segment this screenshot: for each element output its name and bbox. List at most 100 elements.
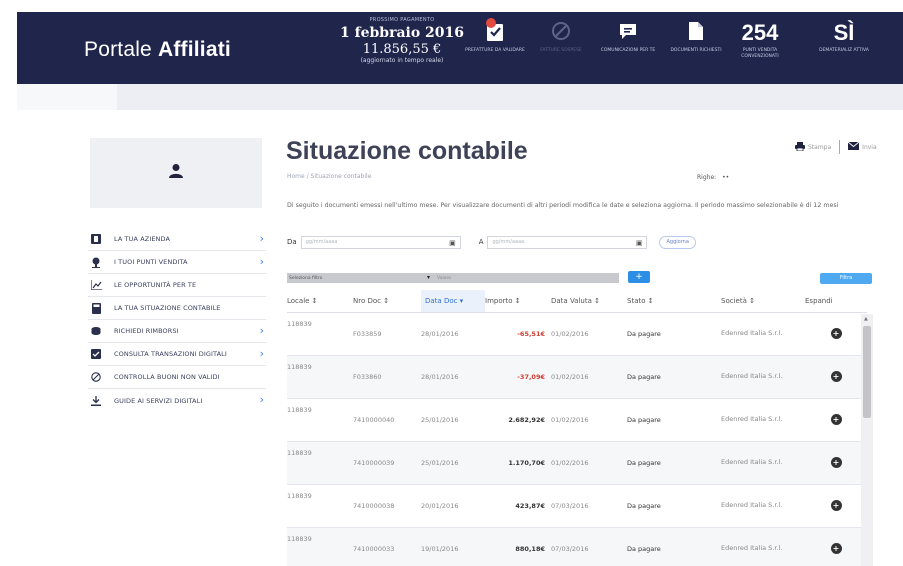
expand-row-icon[interactable]: +	[830, 543, 842, 554]
sidebar-item-label: LA TUA AZIENDA	[114, 235, 171, 243]
tools-divider	[839, 140, 841, 154]
expand-row-icon[interactable]: +	[830, 328, 842, 339]
pin-icon	[90, 256, 102, 268]
table-row[interactable]: 118839 7410000033 19/01/2016 880,18€ 07/03/2…	[287, 527, 867, 566]
email-button[interactable]: Invia	[847, 141, 877, 152]
table-scrollbar[interactable]: ▲	[861, 314, 873, 566]
from-date-input[interactable]: gg/mm/aaaa ▣	[300, 235, 461, 249]
cell-locale: 118839	[287, 484, 353, 528]
filter-select[interactable]: Seleziona filtro ▾ Valore	[287, 273, 619, 283]
expand-row-icon[interactable]: +	[830, 500, 842, 511]
column-header-societa[interactable]: Società ↕	[721, 290, 805, 313]
sidebar-item-transazioni[interactable]: CONSULTA TRANSAZIONI DIGITALI ›	[88, 343, 266, 366]
cell-nro-doc: 7410000040	[353, 398, 421, 442]
column-header-data-doc[interactable]: Data Doc ▾	[421, 290, 485, 313]
brand-light: Portale	[84, 38, 158, 61]
prefatture-caption: PREFATTURE DA VALIDARE	[465, 48, 525, 53]
table-row[interactable]: 118839 F033859 28/01/2016 -65,51€ 01/02/2016…	[287, 312, 867, 356]
comunicazioni-caption: COMUNICAZIONI PER TE	[600, 48, 656, 53]
cell-locale: 118839	[287, 398, 353, 442]
cell-espandi: +	[805, 312, 867, 356]
cell-data-doc: 28/01/2016	[421, 312, 485, 356]
rows-label: Righe:	[697, 174, 717, 181]
to-date-input[interactable]: gg/mm/aaaa ▣	[487, 235, 648, 249]
column-header-importo[interactable]: Importo ↕	[485, 290, 551, 313]
breadcrumb[interactable]: Home / Situazione contabile	[287, 173, 371, 180]
filter-select-label: Seleziona filtro	[289, 275, 323, 281]
to-date-placeholder: gg/mm/aaaa	[492, 239, 525, 245]
cell-societa: Edenred Italia S.r.l.	[721, 441, 805, 485]
cell-data-doc: 25/01/2016	[421, 441, 485, 485]
cell-data-valuta: 07/03/2016	[551, 527, 627, 566]
cell-espandi: +	[805, 527, 867, 566]
sidebar-item-azienda[interactable]: LA TUA AZIENDA ›	[88, 228, 266, 251]
table-row[interactable]: 118839 F033860 28/01/2016 -37,09€ 01/02/2016…	[287, 355, 867, 399]
expand-row-icon[interactable]: +	[830, 414, 842, 425]
sub-navigation-tab[interactable]	[17, 84, 117, 110]
refresh-button[interactable]: Aggiorna	[659, 235, 696, 249]
sidebar-item-situazione-contabile[interactable]: LA TUA SITUAZIONE CONTABILE	[88, 297, 266, 320]
fatture-sospese-button[interactable]: FATTURE SOSPESE	[530, 20, 592, 54]
dematerializ-stat[interactable]: SÌ DEMATERIALIZ ATTIVA	[813, 20, 875, 54]
print-button[interactable]: Stampa	[795, 141, 831, 153]
sidebar-item-rimborsi[interactable]: RICHIEDI RIMBORSI ›	[88, 320, 266, 343]
cell-importo: 880,18€	[485, 527, 551, 566]
table-row[interactable]: 118839 7410000040 25/01/2016 2.682,92€ 01/02…	[287, 398, 867, 442]
sidebar-item-label: RICHIEDI RIMBORSI	[114, 327, 179, 335]
cell-espandi: +	[805, 484, 867, 528]
add-filter-button[interactable]: +	[628, 271, 650, 283]
brand-logo[interactable]: Portale Affiliati	[84, 38, 231, 62]
cell-importo: -65,51€	[485, 312, 551, 356]
cell-societa: Edenred Italia S.r.l.	[721, 312, 805, 356]
prefatture-button[interactable]: PREFATTURE DA VALIDARE	[464, 18, 526, 54]
column-header-nro-doc[interactable]: Nro Doc ↕	[353, 290, 421, 313]
sidebar-item-guide[interactable]: GUIDE AI SERVIZI DIGITALI ›	[88, 389, 266, 412]
scrollbar-thumb[interactable]	[863, 326, 871, 418]
calendar-icon[interactable]: ▣	[636, 239, 643, 247]
sidebar-item-label: CONTROLLA BUONI NON VALIDI	[114, 373, 220, 381]
sidebar-item-buoni-non-validi[interactable]: CONTROLLA BUONI NON VALIDI	[88, 366, 266, 389]
next-payment: PROSSIMO PAGAMENTO 1 febbraio 2016 11.85…	[337, 17, 467, 65]
table-row[interactable]: 118839 7410000038 20/01/2016 423,87€ 07/03/2…	[287, 484, 867, 528]
cell-stato: Da pagare	[627, 355, 721, 399]
coins-icon	[90, 325, 102, 337]
chat-icon	[618, 21, 638, 45]
column-header-stato[interactable]: Stato ↕	[627, 290, 721, 313]
comunicazioni-button[interactable]: COMUNICAZIONI PER TE	[597, 20, 659, 54]
cell-stato: Da pagare	[627, 441, 721, 485]
punti-vendita-stat[interactable]: 254 PUNTI VENDITA CONVENZIONATI	[729, 20, 791, 60]
table-row[interactable]: 118839 7410000039 25/01/2016 1.170,70€ 01/02…	[287, 441, 867, 485]
dropdown-arrow-icon: ▾	[427, 274, 431, 281]
trend-chart-icon	[90, 279, 102, 291]
sidebar-nav: LA TUA AZIENDA › I TUOI PUNTI VENDITA › …	[88, 228, 266, 412]
documenti-button[interactable]: DOCUMENTI RICHIESTI	[665, 20, 727, 54]
mail-icon	[847, 141, 860, 152]
rows-per-page[interactable]: Righe: ••	[697, 174, 729, 181]
page-title: Situazione contabile	[286, 137, 528, 165]
scroll-up-arrow-icon[interactable]: ▲	[864, 316, 868, 322]
app-header: Portale Affiliati PROSSIMO PAGAMENTO 1 f…	[17, 12, 903, 84]
cell-data-doc: 19/01/2016	[421, 527, 485, 566]
apply-filter-button[interactable]: Filtra	[820, 273, 872, 284]
sidebar-item-punti-vendita[interactable]: I TUOI PUNTI VENDITA ›	[88, 251, 266, 274]
cell-importo: -37,09€	[485, 355, 551, 399]
cell-stato: Da pagare	[627, 312, 721, 356]
expand-row-icon[interactable]: +	[830, 371, 842, 382]
column-header-data-valuta[interactable]: Data Valuta ↕	[551, 290, 627, 313]
calculator-icon	[90, 302, 102, 314]
column-header-locale[interactable]: Locale ↕	[287, 290, 353, 313]
download-icon	[90, 395, 102, 407]
cell-data-doc: 25/01/2016	[421, 398, 485, 442]
calendar-icon[interactable]: ▣	[449, 239, 456, 247]
top-strip	[0, 0, 903, 12]
table-header-row: Locale ↕ Nro Doc ↕ Data Doc ▾ Importo ↕ …	[287, 290, 867, 313]
expand-row-icon[interactable]: +	[830, 457, 842, 468]
user-profile-box[interactable]	[90, 138, 262, 208]
cell-data-valuta: 01/02/2016	[551, 441, 627, 485]
chevron-right-icon: ›	[259, 393, 264, 406]
sidebar-item-label: GUIDE AI SERVIZI DIGITALI	[114, 396, 203, 405]
cell-espandi: +	[805, 441, 867, 485]
rows-value: ••	[722, 174, 730, 181]
printer-icon	[795, 141, 805, 153]
sidebar-item-opportunita[interactable]: LE OPPORTUNITÀ PER TE	[88, 274, 266, 297]
